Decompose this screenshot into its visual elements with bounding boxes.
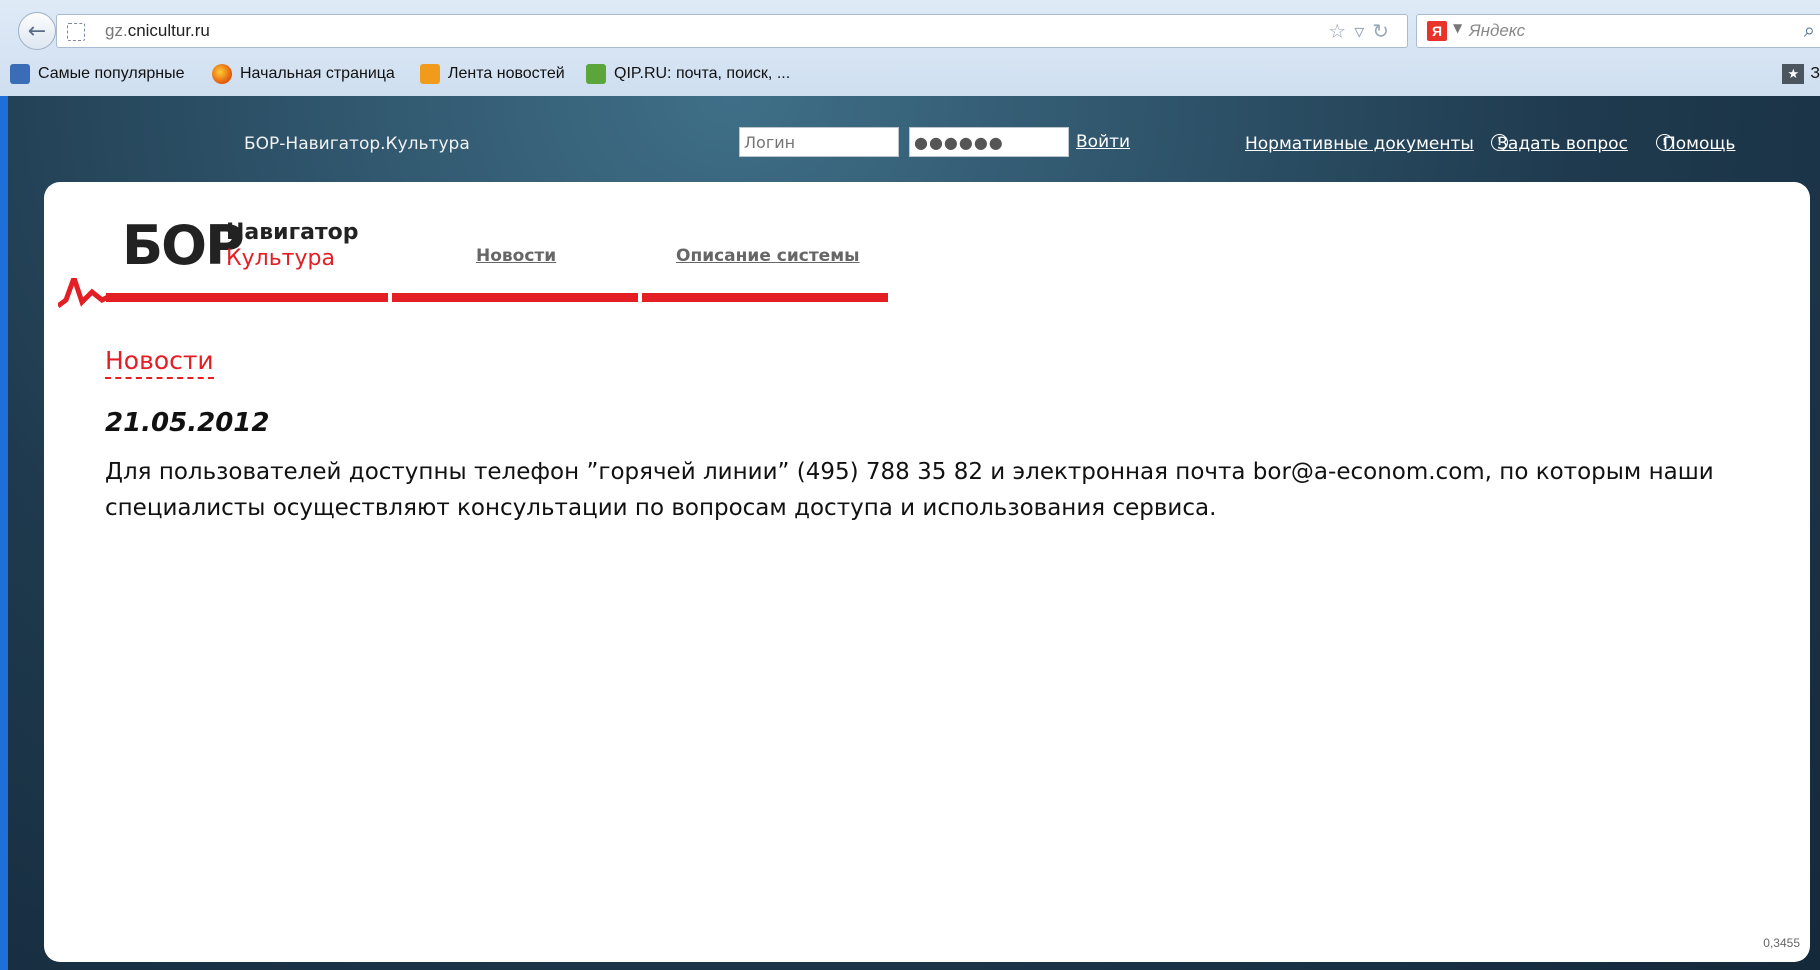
yandex-logo-icon[interactable]: Я <box>1427 21 1447 41</box>
url-actions: ☆▿↻ <box>1328 19 1397 43</box>
menu-system-description-link[interactable]: Описание системы <box>676 246 859 266</box>
bookmarks-star-icon: ★ <box>1782 64 1805 84</box>
menu-news-link[interactable]: Новости <box>476 246 556 266</box>
reload-icon[interactable]: ↻ <box>1372 19 1397 43</box>
browser-chrome: ← gz.cnicultur.ru ☆▿↻ Я ▼ Яндекс ⌕ Самые… <box>0 0 1820 96</box>
back-button[interactable]: ← <box>18 12 56 50</box>
qip-icon <box>586 64 606 84</box>
content-card: БОР Навигатор Культура Новости Описание … <box>44 182 1810 962</box>
login-button[interactable]: Войти <box>1076 132 1130 152</box>
firefox-icon <box>212 64 232 84</box>
news-date: 21.05.2012 <box>105 408 270 438</box>
back-arrow-icon: ← <box>27 18 47 44</box>
search-placeholder[interactable]: Яндекс <box>1469 21 1525 41</box>
heartbeat-line-icon <box>58 278 112 308</box>
dropdown-arrow-icon[interactable]: ▿ <box>1354 19 1372 43</box>
ask-question-link[interactable]: Задать вопрос <box>1497 134 1628 154</box>
site-identity-icon[interactable] <box>67 23 85 41</box>
bookmark-home-page[interactable]: Начальная страница <box>212 64 395 84</box>
bookmarks-toolbar: Самые популярные Начальная страница Лент… <box>0 58 1820 92</box>
bookmarks-menu[interactable]: ★ З <box>1782 64 1820 84</box>
navigation-toolbar: ← gz.cnicultur.ru ☆▿↻ Я ▼ Яндекс ⌕ <box>0 10 1820 50</box>
address-bar[interactable]: gz.cnicultur.ru ☆▿↻ <box>56 14 1408 48</box>
section-title: Новости <box>105 346 214 379</box>
search-icon[interactable]: ⌕ <box>1804 18 1815 42</box>
menu-bar-segment-3 <box>642 293 888 302</box>
page-footer-number: 0,3455 <box>1763 936 1800 950</box>
site-header: БОР-Навигатор.Культура Войти Нормативные… <box>8 96 1820 182</box>
regulatory-documents-link[interactable]: Нормативные документы <box>1245 134 1474 154</box>
help-link[interactable]: Помощь <box>1663 134 1735 154</box>
bookmark-qip[interactable]: QIP.RU: почта, поиск, ... <box>586 64 790 84</box>
search-bar[interactable]: Я ▼ Яндекс ⌕ <box>1416 14 1820 48</box>
web-page: БОР-Навигатор.Культура Войти Нормативные… <box>8 96 1820 970</box>
logo-bor-text: БОР <box>122 214 245 277</box>
bookmark-most-visited[interactable]: Самые популярные <box>10 64 184 84</box>
menu-bar-segment-1 <box>106 293 388 302</box>
logo-culture-text: Культура <box>226 246 335 271</box>
bookmark-star-icon[interactable]: ☆ <box>1328 19 1354 43</box>
menu-underline-bar <box>58 278 888 308</box>
menu-bar-segment-2 <box>392 293 638 302</box>
site-title: БОР-Навигатор.Культура <box>244 134 470 154</box>
password-input[interactable] <box>909 127 1069 157</box>
most-visited-icon <box>10 64 30 84</box>
bookmark-news-feed[interactable]: Лента новостей <box>420 64 565 84</box>
rss-icon <box>420 64 440 84</box>
url-text[interactable]: gz.cnicultur.ru <box>105 21 210 41</box>
logo-navigator-text: Навигатор <box>226 220 359 245</box>
search-engine-dropdown-icon[interactable]: ▼ <box>1453 21 1462 35</box>
news-text: Для пользователей доступны телефон ”горя… <box>105 459 1714 521</box>
login-input[interactable] <box>739 127 899 157</box>
